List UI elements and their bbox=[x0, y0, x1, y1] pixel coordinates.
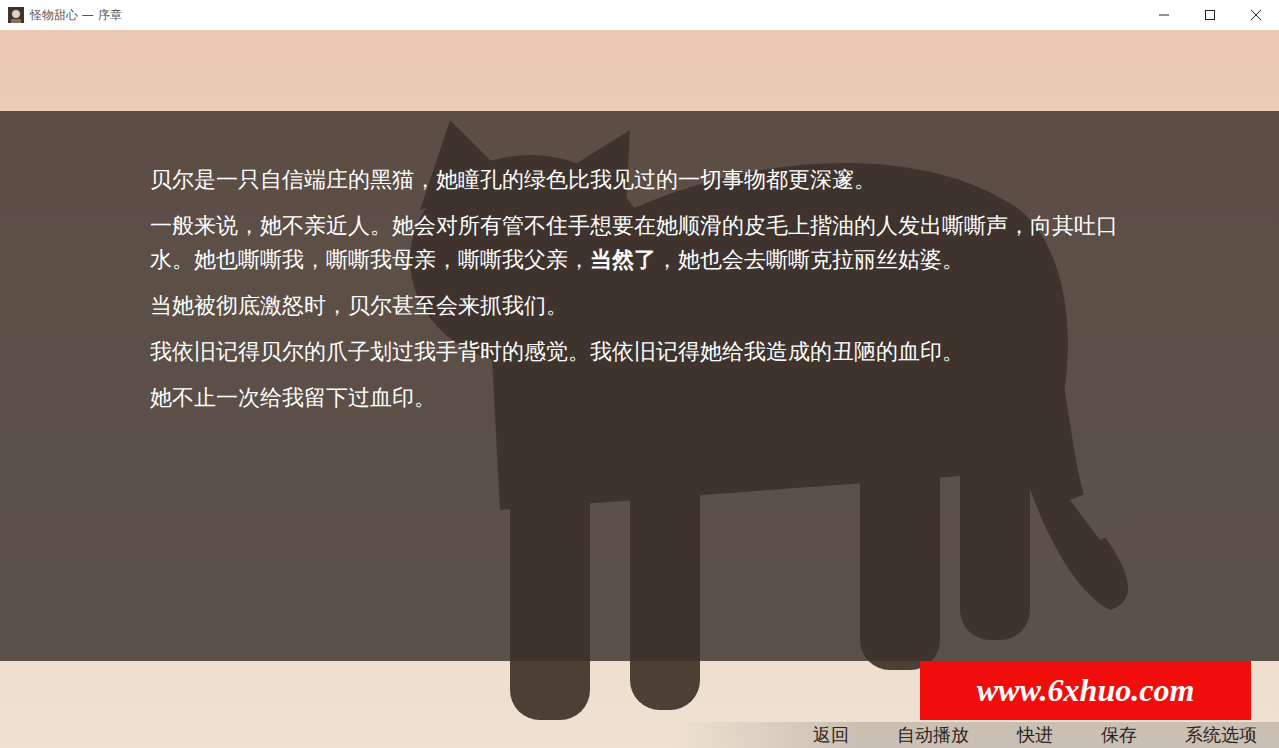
quick-menu: 返回 自动播放 快进 保存 系统选项 bbox=[673, 722, 1279, 748]
menu-button[interactable]: 系统选项 bbox=[1185, 723, 1257, 747]
game-window: 怪物甜心 — 序章贝尔是一只自信端庄的黑猫，她瞳孔的绿色比我见过的一切事物都更深… bbox=[0, 0, 1279, 748]
maximize-icon bbox=[1205, 10, 1215, 20]
maximize-button[interactable] bbox=[1187, 0, 1233, 30]
scene[interactable]: 贝尔是一只自信端庄的黑猫，她瞳孔的绿色比我见过的一切事物都更深邃。一般来说，她不… bbox=[0, 30, 1279, 748]
dialogue-text: ，她也会去嘶嘶克拉丽丝姑婆。 bbox=[656, 247, 964, 272]
menu-button[interactable]: 返回 bbox=[813, 723, 849, 747]
close-button[interactable] bbox=[1233, 0, 1279, 30]
dialogue-line: 我依旧记得贝尔的爪子划过我手背时的感觉。我依旧记得她给我造成的丑陋的血印。 bbox=[150, 335, 1129, 369]
dialogue-text: 当然了 bbox=[590, 247, 656, 272]
app-icon bbox=[8, 7, 24, 23]
dialogue-line: 贝尔是一只自信端庄的黑猫，她瞳孔的绿色比我见过的一切事物都更深邃。 bbox=[150, 163, 1129, 197]
dialogue-text: 当她被彻底激怒时，贝尔甚至会来抓我们。 bbox=[150, 293, 568, 318]
close-icon bbox=[1251, 10, 1261, 20]
dialogue-text: 我依旧记得贝尔的爪子划过我手背时的感觉。我依旧记得她给我造成的丑陋的血印。 bbox=[150, 339, 964, 364]
menu-button[interactable]: 快进 bbox=[1017, 723, 1053, 747]
menu-button[interactable]: 保存 bbox=[1101, 723, 1137, 747]
watermark: www.6xhuo.com bbox=[920, 661, 1251, 720]
dialogue-panel[interactable]: 贝尔是一只自信端庄的黑猫，她瞳孔的绿色比我见过的一切事物都更深邃。一般来说，她不… bbox=[0, 111, 1279, 661]
dialogue-line: 当她被彻底激怒时，贝尔甚至会来抓我们。 bbox=[150, 289, 1129, 323]
dialogue-text: 贝尔是一只自信端庄的黑猫，她瞳孔的绿色比我见过的一切事物都更深邃。 bbox=[150, 167, 876, 192]
window-title: 怪物甜心 — 序章 bbox=[30, 7, 122, 24]
dialogue-line: 一般来说，她不亲近人。她会对所有管不住手想要在她顺滑的皮毛上揩油的人发出嘶嘶声，… bbox=[150, 209, 1129, 277]
dialogue-line: 她不止一次给我留下过血印。 bbox=[150, 381, 1129, 415]
menu-button[interactable]: 自动播放 bbox=[897, 723, 969, 747]
minimize-icon bbox=[1159, 10, 1169, 20]
dialogue-text: 她不止一次给我留下过血印。 bbox=[150, 385, 436, 410]
title-bar: 怪物甜心 — 序章 bbox=[0, 0, 1279, 30]
minimize-button[interactable] bbox=[1141, 0, 1187, 30]
